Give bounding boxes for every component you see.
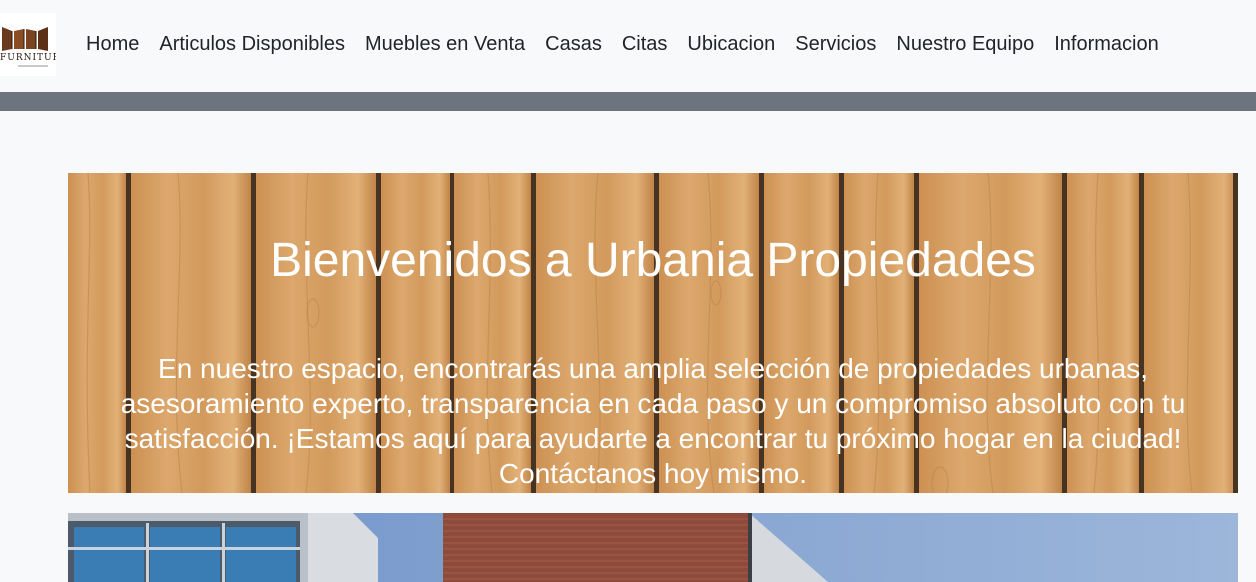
nav-nuestro-equipo[interactable]: Nuestro Equipo	[886, 31, 1044, 57]
hero-description: En nuestro espacio, encontrarás una ampl…	[120, 353, 1186, 489]
nav-menu: Home Articulos Disponibles Muebles en Ve…	[76, 31, 1169, 57]
brand-logo[interactable]: FURNITURE	[0, 13, 56, 76]
nav-ubicacion[interactable]: Ubicacion	[677, 31, 785, 57]
logo-text: FURNITURE	[0, 53, 56, 63]
navbar: FURNITURE Home Articulos Disponibles Mue…	[0, 0, 1256, 92]
nav-muebles-en-venta[interactable]: Muebles en Venta	[355, 31, 535, 57]
building-photo	[68, 513, 1238, 582]
building-image	[68, 513, 1238, 582]
divider-bar	[0, 92, 1256, 111]
hero-title: Bienvenidos a Urbania Propiedades	[270, 234, 1036, 287]
nav-informacion[interactable]: Informacion	[1044, 31, 1169, 57]
nav-servicios[interactable]: Servicios	[785, 31, 886, 57]
nav-citas[interactable]: Citas	[612, 31, 678, 57]
nav-home[interactable]: Home	[76, 31, 149, 57]
hero-banner: Bienvenidos a Urbania Propiedades En nue…	[68, 173, 1238, 493]
nav-casas[interactable]: Casas	[535, 31, 612, 57]
logo-underline	[18, 65, 48, 67]
furniture-logo-icon	[0, 25, 52, 51]
nav-articulos-disponibles[interactable]: Articulos Disponibles	[149, 31, 355, 57]
